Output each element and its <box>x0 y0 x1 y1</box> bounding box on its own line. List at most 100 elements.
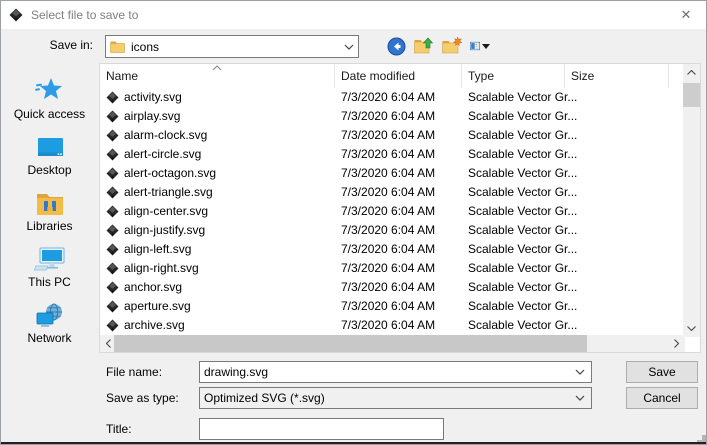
file-name: airplay.svg <box>124 109 180 123</box>
sidebar-item-desktop[interactable]: Desktop <box>5 129 95 185</box>
horizontal-scrollbar[interactable] <box>100 335 685 352</box>
file-name-label: File name: <box>106 365 162 379</box>
file-type: Scalable Vector Gr... <box>468 261 577 275</box>
save-as-type-value: Optimized SVG (*.svg) <box>204 391 325 405</box>
file-type: Scalable Vector Gr... <box>468 128 577 142</box>
inkscape-file-icon <box>106 319 119 332</box>
scroll-down-arrow-icon[interactable] <box>683 320 700 337</box>
scroll-up-arrow-icon[interactable] <box>683 64 700 81</box>
resize-grip[interactable] <box>694 432 702 440</box>
desktop-icon <box>35 129 65 161</box>
sidebar-item-label: Quick access <box>14 107 85 121</box>
file-row[interactable]: align-left.svg 7/3/2020 6:04 AM Scalable… <box>100 240 685 259</box>
inkscape-file-icon <box>106 300 119 313</box>
back-icon <box>387 37 406 56</box>
column-separator[interactable] <box>334 64 335 88</box>
file-date-modified: 7/3/2020 6:04 AM <box>341 261 435 275</box>
file-row[interactable]: alert-circle.svg 7/3/2020 6:04 AM Scalab… <box>100 145 685 164</box>
sidebar-item-network[interactable]: Network <box>5 297 95 353</box>
column-separator[interactable] <box>668 64 669 88</box>
view-menu-button[interactable] <box>470 36 490 56</box>
sidebar-item-quick-access[interactable]: Quick access <box>5 73 95 129</box>
file-type: Scalable Vector Gr... <box>468 90 577 104</box>
view-menu-caret-icon <box>482 44 490 49</box>
sidebar-item-label: Desktop <box>27 163 71 177</box>
file-name: archive.svg <box>124 318 185 332</box>
file-row[interactable]: alert-triangle.svg 7/3/2020 6:04 AM Scal… <box>100 183 685 202</box>
title-input[interactable] <box>199 418 444 440</box>
file-name-combobox[interactable]: drawing.svg <box>199 361 592 383</box>
file-row[interactable]: archive.svg 7/3/2020 6:04 AM Scalable Ve… <box>100 316 685 335</box>
sidebar-item-label: Network <box>27 331 71 345</box>
titlebar: Select file to save to ✕ <box>1 1 706 29</box>
column-header-type[interactable]: Type <box>462 64 565 88</box>
chevron-down-icon <box>344 44 354 50</box>
new-folder-icon <box>442 37 462 55</box>
vertical-scrollbar[interactable] <box>683 64 700 337</box>
column-separator[interactable] <box>564 64 565 88</box>
file-name: aperture.svg <box>124 299 191 313</box>
inkscape-file-icon <box>106 148 119 161</box>
save-button[interactable]: Save <box>626 361 698 383</box>
save-in-label: Save in: <box>1 38 99 52</box>
save-in-value: icons <box>131 40 344 54</box>
file-row[interactable]: align-right.svg 7/3/2020 6:04 AM Scalabl… <box>100 259 685 278</box>
file-row[interactable]: alarm-clock.svg 7/3/2020 6:04 AM Scalabl… <box>100 126 685 145</box>
back-button[interactable] <box>386 36 406 56</box>
save-as-type-combobox[interactable]: Optimized SVG (*.svg) <box>199 387 592 409</box>
file-row[interactable]: aperture.svg 7/3/2020 6:04 AM Scalable V… <box>100 297 685 316</box>
folder-icon <box>110 40 125 53</box>
inkscape-file-icon <box>106 129 119 142</box>
sidebar-item-label: Libraries <box>26 219 72 233</box>
column-separator[interactable] <box>461 64 462 88</box>
file-name: activity.svg <box>124 90 182 104</box>
file-name: alarm-clock.svg <box>124 128 207 142</box>
file-type: Scalable Vector Gr... <box>468 204 577 218</box>
up-folder-icon <box>414 37 434 55</box>
inkscape-file-icon <box>106 205 119 218</box>
file-row[interactable]: align-justify.svg 7/3/2020 6:04 AM Scala… <box>100 221 685 240</box>
this-pc-icon <box>34 241 66 273</box>
view-menu-icon <box>470 39 480 53</box>
file-list-header: Name Date modified Type Size <box>100 64 685 88</box>
scroll-right-arrow-icon[interactable] <box>668 335 685 352</box>
file-name: anchor.svg <box>124 280 182 294</box>
inkscape-file-icon <box>106 167 119 180</box>
file-row[interactable]: airplay.svg 7/3/2020 6:04 AM Scalable Ve… <box>100 107 685 126</box>
new-folder-button[interactable] <box>442 36 462 56</box>
file-date-modified: 7/3/2020 6:04 AM <box>341 242 435 256</box>
up-one-level-button[interactable] <box>414 36 434 56</box>
column-header-size[interactable]: Size <box>565 64 669 88</box>
column-header-date-modified[interactable]: Date modified <box>335 64 462 88</box>
chevron-down-icon <box>575 369 585 375</box>
file-row[interactable]: activity.svg 7/3/2020 6:04 AM Scalable V… <box>100 88 685 107</box>
file-row[interactable]: alert-octagon.svg 7/3/2020 6:04 AM Scala… <box>100 164 685 183</box>
file-row[interactable]: anchor.svg 7/3/2020 6:04 AM Scalable Vec… <box>100 278 685 297</box>
file-name: align-left.svg <box>124 242 191 256</box>
libraries-icon <box>35 185 65 217</box>
column-header-name[interactable]: Name <box>100 64 335 88</box>
file-rows: activity.svg 7/3/2020 6:04 AM Scalable V… <box>100 88 685 337</box>
inkscape-file-icon <box>106 243 119 256</box>
horizontal-scroll-thumb[interactable] <box>114 335 587 352</box>
vertical-scroll-thumb[interactable] <box>683 83 700 107</box>
inkscape-file-icon <box>106 186 119 199</box>
quick-access-icon <box>35 73 65 105</box>
file-type: Scalable Vector Gr... <box>468 166 577 180</box>
sidebar-item-this-pc[interactable]: This PC <box>5 241 95 297</box>
file-type: Scalable Vector Gr... <box>468 280 577 294</box>
file-list: Name Date modified Type Size <box>99 63 701 353</box>
close-button[interactable]: ✕ <box>666 1 706 29</box>
file-date-modified: 7/3/2020 6:04 AM <box>341 166 435 180</box>
inkscape-file-icon <box>106 110 119 123</box>
file-type: Scalable Vector Gr... <box>468 318 577 332</box>
file-date-modified: 7/3/2020 6:04 AM <box>341 223 435 237</box>
save-in-combobox[interactable]: icons <box>105 35 359 58</box>
file-row[interactable]: align-center.svg 7/3/2020 6:04 AM Scalab… <box>100 202 685 221</box>
file-date-modified: 7/3/2020 6:04 AM <box>341 147 435 161</box>
file-type: Scalable Vector Gr... <box>468 147 577 161</box>
sidebar-item-libraries[interactable]: Libraries <box>5 185 95 241</box>
file-type: Scalable Vector Gr... <box>468 299 577 313</box>
cancel-button[interactable]: Cancel <box>626 387 698 409</box>
file-type: Scalable Vector Gr... <box>468 223 577 237</box>
